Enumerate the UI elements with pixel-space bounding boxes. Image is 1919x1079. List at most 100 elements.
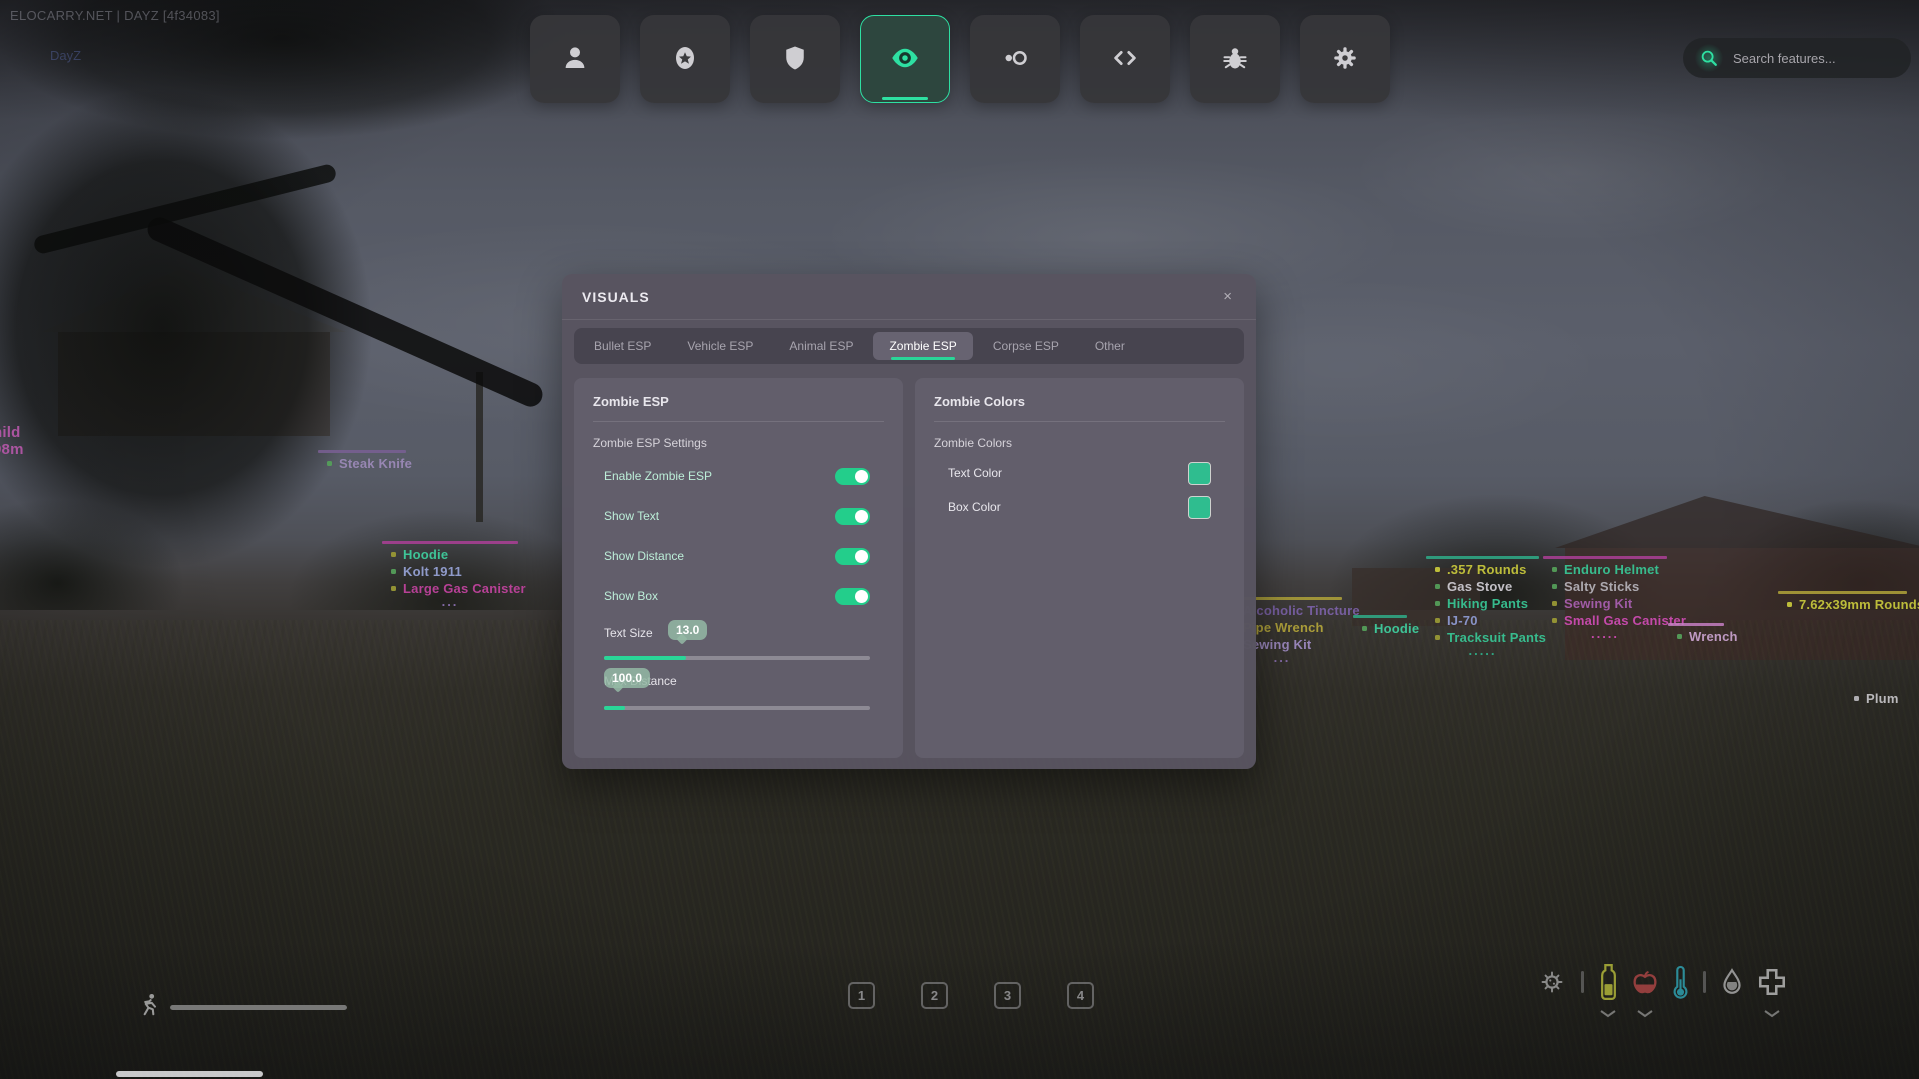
esp-box-top-line [1426, 556, 1539, 559]
toggle-show-distance[interactable] [835, 547, 870, 565]
esp-item-text: 98m [0, 441, 24, 458]
esp-item: Wrench [1668, 628, 1738, 645]
toggle-circles-icon [1000, 43, 1030, 76]
toggle-show-text[interactable] [835, 507, 870, 525]
close-button[interactable]: × [1219, 286, 1236, 307]
nav-button-player[interactable] [529, 15, 620, 103]
esp-item: 98m [0, 441, 24, 458]
toggle-show-box[interactable] [835, 587, 870, 605]
esp-more-dots: ... [441, 594, 459, 609]
esp-bullet-dot [1435, 584, 1440, 589]
esp-label-group: Enduro Helmet Salty Sticks Sewing Kit Small… [1543, 556, 1686, 642]
nav-button-rage[interactable] [639, 15, 730, 103]
nav-button-scripts[interactable] [1079, 15, 1170, 103]
esp-item-text: Kolt 1911 [403, 564, 462, 579]
esp-item: IJ-70 [1426, 612, 1546, 629]
esp-bullet-dot [1552, 567, 1557, 572]
esp-item-text: Hiking Pants [1447, 596, 1529, 611]
esp-bullet-dot [1362, 626, 1367, 631]
bug-icon [1220, 43, 1250, 76]
slider-max-distance-block: Max Distance100.0 [604, 668, 870, 710]
esp-item: Hoodie [382, 546, 526, 563]
toggle-row: Enable Zombie ESP [574, 456, 903, 496]
slider-label: Text Size [604, 626, 653, 640]
nav-button-protection[interactable] [749, 15, 840, 103]
esp-item: Hiking Pants [1426, 595, 1546, 612]
toggle-enable-zombie-esp[interactable] [835, 467, 870, 485]
esp-item: Steak Knife [318, 455, 412, 472]
window-header: VISUALS × [562, 274, 1256, 320]
color-label: Box Color [948, 500, 1001, 514]
nav-button-settings[interactable] [1299, 15, 1390, 103]
slider-value-badge: 100.0 [604, 668, 651, 688]
esp-bullet-dot [1677, 634, 1682, 639]
color-label: Text Color [948, 466, 1003, 480]
eye-icon [890, 43, 920, 76]
esp-box-top-line [318, 450, 406, 453]
zombie-esp-card: Zombie ESP Zombie ESP Settings Enable Zo… [574, 378, 903, 758]
esp-bullet-dot [391, 569, 396, 574]
text-size-slider[interactable] [604, 656, 870, 660]
slider-text-size-block: Text Size 13.0 [604, 620, 870, 660]
toggle-row: Show Box [574, 576, 903, 616]
toggle-list: Enable Zombie ESP Show Text Show Distance S… [574, 456, 903, 616]
esp-label-group: Hoodie [1353, 615, 1419, 637]
esp-item-text: Wrench [1689, 629, 1738, 644]
esp-item-text: Hoodie [1374, 621, 1420, 636]
esp-item: Kolt 1911 [382, 563, 526, 580]
tab-animal-esp[interactable]: Animal ESP [773, 332, 869, 360]
esp-box-top-line [1668, 623, 1724, 626]
tab-vehicle-esp[interactable]: Vehicle ESP [671, 332, 769, 360]
esp-item: Enduro Helmet [1543, 561, 1686, 578]
esp-bullet-dot [327, 461, 332, 466]
tab-other[interactable]: Other [1079, 332, 1141, 360]
esp-item-text: Enduro Helmet [1564, 562, 1660, 577]
esp-item-text: 7.62x39mm Rounds [1799, 597, 1919, 612]
esp-more-dots: ..... [1590, 626, 1620, 641]
tab-zombie-esp[interactable]: Zombie ESP [873, 332, 973, 360]
esp-item: Plum [1845, 690, 1899, 707]
esp-item-text: Sewing Kit [1564, 596, 1633, 611]
search-input[interactable] [1731, 49, 1911, 67]
esp-item: hild [0, 424, 24, 441]
person-icon [560, 43, 590, 76]
esp-bullet-dot [391, 586, 396, 591]
esp-bullet-dot [1435, 567, 1440, 572]
esp-item-text: .357 Rounds [1447, 562, 1527, 577]
color-list: Text Color Box Color [915, 456, 1244, 524]
esp-item: Gas Stove [1426, 578, 1546, 595]
esp-item-text: Large Gas Canister [403, 581, 526, 596]
box-color-swatch[interactable] [1188, 495, 1211, 519]
nav-button-misc[interactable] [969, 15, 1060, 103]
text-color-swatch[interactable] [1188, 461, 1211, 485]
esp-bullet-dot [1435, 618, 1440, 623]
tab-corpse-esp[interactable]: Corpse ESP [977, 332, 1075, 360]
toggle-row: Show Text [574, 496, 903, 536]
esp-bullet-dot [1787, 602, 1792, 607]
esp-item-text: IJ-70 [1447, 613, 1478, 628]
section-label: Zombie ESP Settings [593, 436, 707, 450]
cheat-nav-bar [0, 15, 1919, 103]
color-row: Text Color [915, 456, 1244, 490]
nav-button-visuals[interactable] [859, 15, 950, 103]
window-title: VISUALS [582, 288, 650, 305]
esp-item: 7.62x39mm Rounds [1778, 596, 1919, 613]
esp-more-dots: ..... [1468, 643, 1497, 658]
dayz-game-screen: Steak Knife Hoodie Kolt 1911 Large Gas Cani… [0, 0, 1919, 1079]
search-box[interactable] [1683, 38, 1911, 78]
esp-bullet-dot [1435, 635, 1440, 640]
max-distance-slider[interactable] [604, 706, 870, 710]
esp-item: Hoodie [1353, 620, 1419, 637]
nav-button-debug[interactable] [1189, 15, 1280, 103]
code-brackets-icon [1110, 43, 1140, 76]
toggle-label: Show Distance [604, 549, 685, 563]
esp-bullet-dot [391, 552, 396, 557]
esp-bullet-dot [1552, 618, 1557, 623]
zombie-colors-card: Zombie Colors Zombie Colors Text Color Bo… [915, 378, 1244, 758]
star-badge-icon [670, 43, 700, 76]
toggle-label: Show Box [604, 589, 659, 603]
gear-icon [1330, 43, 1360, 76]
search-icon [1695, 44, 1723, 72]
tab-bullet-esp[interactable]: Bullet ESP [578, 332, 667, 360]
toggle-row: Show Distance [574, 536, 903, 576]
